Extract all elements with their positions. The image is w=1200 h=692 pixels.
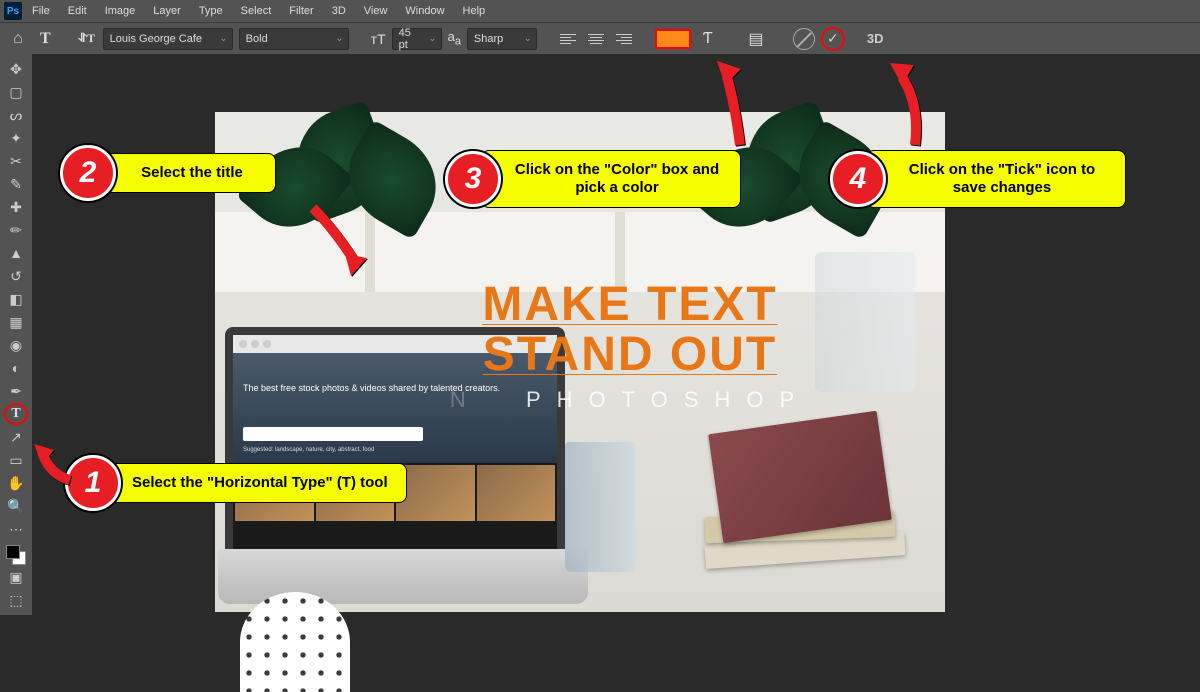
callout-badge: 2 bbox=[60, 145, 116, 201]
eraser-tool[interactable]: ◧ bbox=[4, 288, 28, 310]
callout-4: 4 Click on the "Tick" icon to save chang… bbox=[830, 150, 1126, 208]
text-color-swatch[interactable] bbox=[655, 29, 691, 49]
canvas-title-text[interactable]: MAKE TEXT STAND OUT N PHOTOSHOP bbox=[355, 280, 905, 413]
eyedropper-tool[interactable]: ✎ bbox=[4, 173, 28, 195]
hand-tool[interactable]: ✋ bbox=[4, 472, 28, 494]
arrow-4 bbox=[880, 55, 930, 155]
quick-mask-tool[interactable]: ▣ bbox=[4, 566, 28, 588]
zoom-tool[interactable]: 🔍 bbox=[4, 495, 28, 517]
align-left-button[interactable] bbox=[557, 29, 579, 49]
title-line-1: MAKE TEXT bbox=[355, 280, 905, 330]
callout-badge: 3 bbox=[445, 151, 501, 207]
gradient-tool[interactable]: ▦ bbox=[4, 311, 28, 333]
antialias-dropdown[interactable]: Sharp bbox=[467, 28, 537, 50]
menu-3d[interactable]: 3D bbox=[324, 3, 354, 19]
menu-image[interactable]: Image bbox=[97, 3, 144, 19]
menu-filter[interactable]: Filter bbox=[281, 3, 321, 19]
warp-text-icon[interactable]: Ƭ bbox=[697, 28, 719, 50]
arrow-2 bbox=[305, 200, 375, 285]
tools-panel: ✥ ▢ ᔕ ✦ ✂ ✎ ✚ ✏ ▲ ↺ ◧ ▦ ◉ ◐ ✒ T ↗ ▭ ✋ 🔍 … bbox=[0, 54, 32, 615]
callout-label: Click on the "Tick" icon to save changes bbox=[866, 150, 1126, 208]
blur-tool[interactable]: ◉ bbox=[4, 334, 28, 356]
type-tool-indicator: T bbox=[34, 30, 57, 48]
dodge-tool[interactable]: ◐ bbox=[4, 357, 28, 379]
quick-select-tool[interactable]: ✦ bbox=[4, 127, 28, 149]
align-right-button[interactable] bbox=[613, 29, 635, 49]
antialias-icon: aa bbox=[448, 29, 461, 48]
menu-view[interactable]: View bbox=[356, 3, 396, 19]
align-center-button[interactable] bbox=[585, 29, 607, 49]
canvas-glass bbox=[565, 442, 635, 572]
font-family-dropdown[interactable]: Louis George Cafe bbox=[103, 28, 233, 50]
font-size-dropdown[interactable]: 45 pt bbox=[392, 28, 442, 50]
path-tool[interactable]: ↗ bbox=[4, 426, 28, 448]
lasso-tool[interactable]: ᔕ bbox=[4, 104, 28, 126]
photoshop-icon: Ps bbox=[4, 2, 22, 20]
menu-help[interactable]: Help bbox=[455, 3, 494, 19]
cancel-icon[interactable] bbox=[793, 28, 815, 50]
screen-mode-tool[interactable]: ⬚ bbox=[4, 589, 28, 611]
marquee-tool[interactable]: ▢ bbox=[4, 81, 28, 103]
callout-badge: 4 bbox=[830, 151, 886, 207]
menu-file[interactable]: File bbox=[24, 3, 58, 19]
foreground-background-swatch[interactable] bbox=[6, 545, 26, 565]
font-weight-dropdown[interactable]: Bold bbox=[239, 28, 349, 50]
callout-label: Click on the "Color" box and pick a colo… bbox=[481, 150, 741, 208]
brush-tool[interactable]: ✏ bbox=[4, 219, 28, 241]
stamp-tool[interactable]: ▲ bbox=[4, 242, 28, 264]
crop-tool[interactable]: ✂ bbox=[4, 150, 28, 172]
canvas-hand bbox=[240, 592, 350, 692]
callout-label: Select the "Horizontal Type" (T) tool bbox=[101, 463, 407, 503]
panel-icon[interactable]: ▤ bbox=[745, 28, 767, 50]
arrow-3 bbox=[705, 55, 755, 155]
arrow-1 bbox=[30, 440, 80, 495]
font-size-icon: тT bbox=[371, 31, 386, 47]
horizontal-type-tool[interactable]: T bbox=[4, 403, 28, 425]
shape-tool[interactable]: ▭ bbox=[4, 449, 28, 471]
3d-button[interactable]: 3D bbox=[867, 31, 884, 46]
callout-1: 1 Select the "Horizontal Type" (T) tool bbox=[65, 455, 407, 511]
commit-check-icon[interactable]: ✓ bbox=[821, 27, 845, 51]
options-bar: ⌂ T ⥯T Louis George Cafe Bold тT 45 pt a… bbox=[0, 22, 1200, 54]
menu-window[interactable]: Window bbox=[397, 3, 452, 19]
site-tags: Suggested: landscape, nature, city, abst… bbox=[233, 445, 557, 455]
callout-label: Select the title bbox=[96, 153, 276, 193]
menu-edit[interactable]: Edit bbox=[60, 3, 95, 19]
menu-select[interactable]: Select bbox=[233, 3, 280, 19]
text-orientation-icon[interactable]: ⥯T bbox=[77, 29, 97, 49]
subtitle: N PHOTOSHOP bbox=[355, 387, 905, 413]
home-icon[interactable]: ⌂ bbox=[8, 29, 28, 49]
canvas-books bbox=[675, 432, 915, 562]
move-tool[interactable]: ✥ bbox=[4, 58, 28, 80]
edit-toolbar[interactable]: ⋯ bbox=[4, 518, 28, 540]
pen-tool[interactable]: ✒ bbox=[4, 380, 28, 402]
healing-tool[interactable]: ✚ bbox=[4, 196, 28, 218]
history-brush-tool[interactable]: ↺ bbox=[4, 265, 28, 287]
callout-3: 3 Click on the "Color" box and pick a co… bbox=[445, 150, 741, 208]
menu-type[interactable]: Type bbox=[191, 3, 231, 19]
title-line-2: STAND OUT bbox=[355, 330, 905, 380]
menu-bar: Ps File Edit Image Layer Type Select Fil… bbox=[0, 0, 1200, 22]
menu-layer[interactable]: Layer bbox=[145, 3, 189, 19]
callout-2: 2 Select the title bbox=[60, 145, 276, 201]
